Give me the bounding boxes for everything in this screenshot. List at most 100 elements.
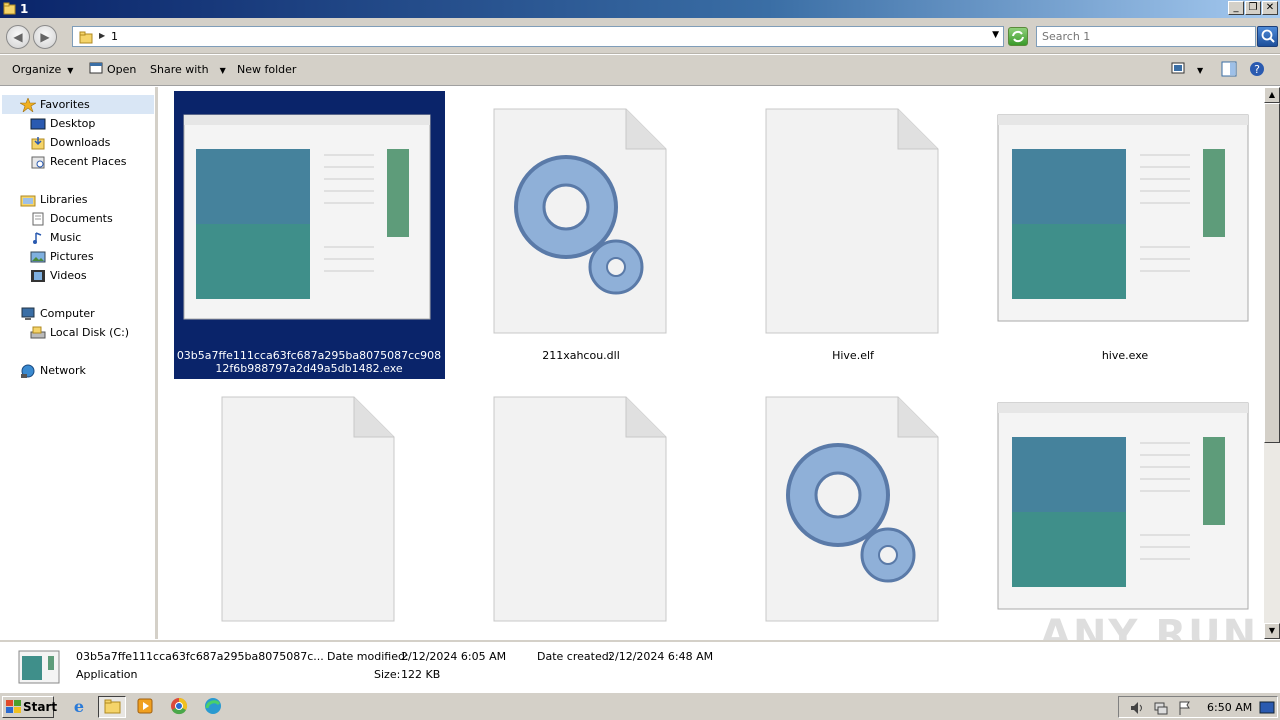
chevron-down-icon: ▼ — [67, 66, 74, 75]
nav-libraries[interactable]: Libraries — [20, 190, 88, 209]
folder-icon — [104, 699, 121, 714]
nav-local-disk[interactable]: Local Disk (C:) — [30, 323, 129, 342]
address-row: ◀ ▶ ▶ 1 ▼ — [0, 18, 1280, 54]
start-button[interactable]: Start — [2, 696, 58, 718]
chrome-icon — [171, 697, 188, 715]
videos-icon — [31, 270, 45, 282]
scroll-down-icon[interactable]: ▼ — [1264, 623, 1280, 639]
network-icon — [21, 364, 35, 378]
nav-computer[interactable]: Computer — [20, 304, 95, 323]
view-dropdown-icon[interactable]: ▼ — [1197, 66, 1203, 75]
blank-file-icon — [493, 396, 667, 622]
nav-downloads[interactable]: Downloads — [30, 133, 110, 152]
network-status-icon[interactable] — [1153, 700, 1169, 716]
breadcrumb[interactable]: 1 — [111, 30, 118, 43]
search-button[interactable] — [1257, 26, 1278, 47]
search-input[interactable] — [1037, 27, 1237, 45]
application-window-icon — [997, 114, 1249, 322]
close-button[interactable]: ✕ — [1262, 1, 1278, 15]
minimize-button[interactable]: _ — [1228, 1, 1244, 15]
svg-text:?: ? — [1254, 63, 1260, 76]
application-window-icon — [18, 650, 60, 684]
search-box[interactable] — [1036, 26, 1256, 47]
size-label: Size: — [374, 668, 401, 681]
hard-disk-icon — [30, 326, 46, 339]
back-button[interactable]: ◀ — [6, 25, 30, 49]
details-file-type: Application — [76, 668, 138, 681]
application-window-icon — [183, 114, 431, 320]
organize-label: Organize — [12, 63, 62, 76]
folder-icon — [79, 31, 93, 44]
date-modified-value: 2/12/2024 6:05 AM — [401, 650, 507, 663]
explorer-button[interactable] — [98, 696, 126, 718]
nav-label: Computer — [40, 307, 95, 320]
nav-label: Pictures — [50, 250, 94, 263]
nav-label: Downloads — [50, 136, 111, 149]
nav-label: Local Disk (C:) — [50, 326, 130, 339]
show-desktop-icon[interactable] — [1259, 701, 1275, 715]
address-bar[interactable]: ▶ 1 ▼ — [72, 26, 1004, 47]
action-center-flag-icon[interactable] — [1177, 700, 1193, 716]
restore-button[interactable]: ❐ — [1245, 1, 1261, 15]
share-with-button[interactable]: Share with ▼ — [150, 63, 226, 76]
nav-music[interactable]: Music — [30, 228, 81, 247]
chevron-down-icon: ▼ — [219, 66, 226, 75]
date-modified-label: Date modified: — [327, 650, 409, 663]
application-window-icon — [997, 402, 1249, 610]
windows-logo-icon — [6, 700, 21, 713]
chevron-down-icon[interactable]: ▼ — [992, 30, 999, 40]
refresh-button[interactable] — [1008, 27, 1028, 46]
desktop-icon — [30, 118, 46, 130]
documents-icon — [32, 212, 44, 226]
change-view-icon[interactable] — [1171, 61, 1185, 75]
date-created-label: Date created: — [537, 650, 613, 663]
libraries-icon — [20, 195, 36, 207]
forward-button[interactable]: ▶ — [33, 25, 57, 49]
nav-label: Network — [40, 364, 86, 377]
command-bar: Organize ▼ Open Share with ▼ New folder ▼ … — [0, 55, 1280, 86]
window-title: 1 — [20, 2, 29, 16]
nav-label: Libraries — [40, 193, 88, 206]
open-button[interactable]: Open — [107, 63, 136, 76]
blank-file-icon — [765, 108, 939, 334]
search-icon — [1261, 29, 1275, 43]
media-player-button[interactable] — [132, 696, 160, 718]
breadcrumb-separator-icon[interactable]: ▶ — [99, 31, 105, 40]
nav-label: Videos — [50, 269, 87, 282]
details-file-name: 03b5a7ffe111cca63fc687a295ba8075087c... — [76, 650, 324, 663]
taskbar: Start e 6:50 AM — [0, 692, 1280, 720]
organize-button[interactable]: Organize ▼ — [12, 63, 73, 76]
volume-icon[interactable] — [1129, 700, 1145, 716]
nav-pictures[interactable]: Pictures — [30, 247, 94, 266]
start-label: Start — [23, 700, 58, 714]
recent-places-icon — [31, 156, 45, 169]
internet-explorer-button[interactable]: e — [66, 696, 94, 718]
nav-label: Desktop — [50, 117, 96, 130]
help-icon[interactable]: ? — [1249, 61, 1265, 77]
file-name: 03b5a7ffe111cca63fc687a295ba8075087cc908… — [176, 349, 442, 375]
chrome-button[interactable] — [166, 696, 194, 718]
new-folder-button[interactable]: New folder — [237, 63, 296, 76]
star-icon — [20, 98, 36, 112]
edge-button[interactable] — [200, 696, 228, 718]
open-icon[interactable] — [89, 61, 103, 75]
pictures-icon — [30, 251, 46, 263]
preview-pane-icon[interactable] — [1221, 61, 1237, 77]
clock[interactable]: 6:50 AM — [1207, 701, 1252, 714]
nav-videos[interactable]: Videos — [30, 266, 87, 285]
file-list: 03b5a7ffe111cca63fc687a295ba8075087cc908… — [162, 87, 1263, 639]
gears-icon — [493, 108, 667, 334]
nav-recent-places[interactable]: Recent Places — [30, 152, 127, 171]
nav-network[interactable]: Network — [20, 361, 86, 380]
nav-desktop[interactable]: Desktop — [30, 114, 95, 133]
nav-favorites[interactable]: Favorites — [20, 95, 90, 114]
scroll-thumb[interactable] — [1264, 103, 1280, 443]
vertical-scrollbar[interactable]: ▲ ▼ — [1264, 87, 1280, 639]
computer-icon — [21, 307, 35, 320]
scroll-up-icon[interactable]: ▲ — [1264, 87, 1280, 103]
nav-documents[interactable]: Documents — [30, 209, 113, 228]
navigation-pane: Favorites Desktop Downloads Recent Place… — [0, 87, 158, 639]
title-bar: 1 _ ❐ ✕ — [0, 0, 1280, 18]
internet-explorer-icon: e — [74, 697, 84, 716]
nav-label: Documents — [50, 212, 113, 225]
